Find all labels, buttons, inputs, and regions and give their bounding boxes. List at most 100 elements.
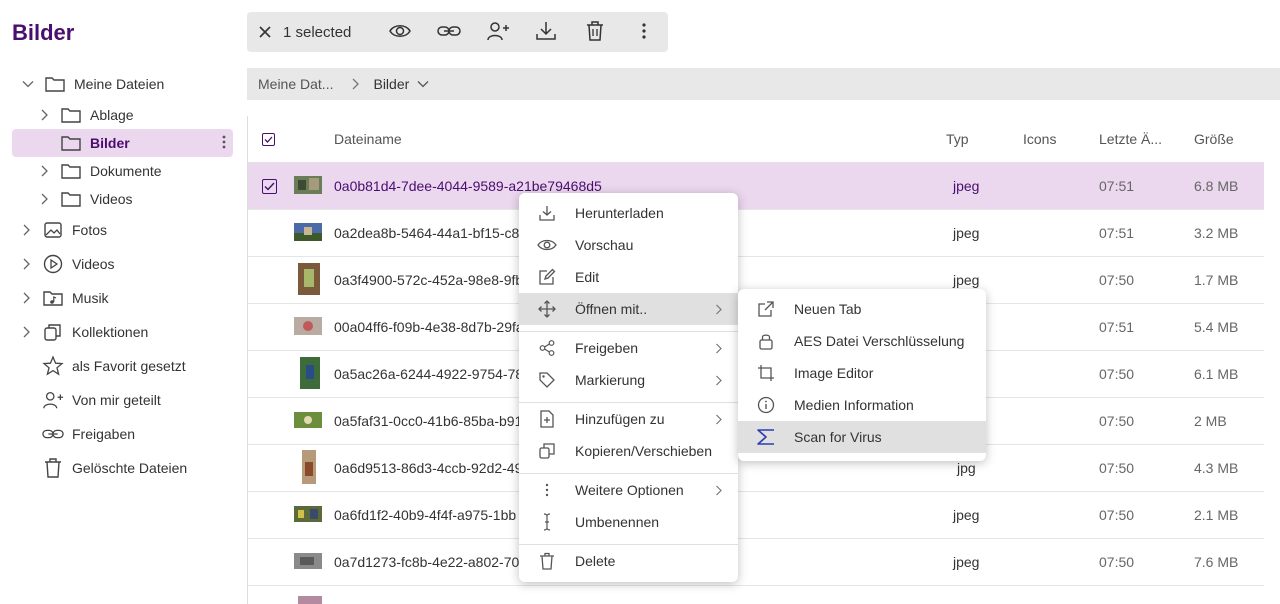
submenu-item-neuen-tab[interactable]: Neuen Tab (738, 293, 986, 325)
file-modified: 07:50 (1099, 460, 1135, 476)
menu-item-umbenennen[interactable]: Umbenennen (519, 506, 738, 538)
file-size: 2 MB (1194, 413, 1227, 429)
share-link-button[interactable] (425, 12, 474, 52)
chevron-down-icon[interactable] (20, 76, 36, 92)
menu-item-herunterladen[interactable]: Herunterladen (519, 197, 738, 229)
column-header-name[interactable]: Dateiname (334, 131, 402, 147)
file-name[interactable]: 0a3f4900-572c-452a-98e8-9fb (334, 272, 523, 288)
clear-selection-button[interactable]: 1 selected (247, 24, 376, 41)
menu-item-label: Öffnen mit.. (575, 301, 648, 317)
breadcrumb-current[interactable]: Bilder (373, 76, 429, 92)
sidebar-item-dokumente[interactable]: Dokumente (36, 157, 240, 185)
file-name[interactable]: 0a7d1273-fc8b-4e22-a802-70 (334, 554, 519, 570)
menu-item-delete[interactable]: Delete (519, 545, 738, 577)
chevron-right-icon[interactable] (36, 191, 52, 207)
sidebar-item-meine-dateien[interactable]: Meine Dateien (20, 70, 240, 98)
submenu-item-medien-information[interactable]: Medien Information (738, 389, 986, 421)
sidebar-item-label: Musik (72, 290, 109, 306)
file-name[interactable]: 0a6fd1f2-40b9-4f4f-a975-1bb (334, 507, 516, 523)
select-all-checkbox[interactable] (262, 133, 275, 146)
file-modified: 07:50 (1099, 554, 1135, 570)
file-name[interactable]: 0a2dea8b-5464-44a1-bf15-c84 (334, 225, 527, 241)
menu-item-vorschau[interactable]: Vorschau (519, 229, 738, 261)
sigma-icon (756, 427, 776, 447)
file-type: jpeg (953, 554, 980, 570)
submenu-item-label: Image Editor (794, 365, 874, 381)
chevron-right-icon[interactable] (18, 324, 34, 340)
menu-item-kopieren-verschieben[interactable]: Kopieren/Verschieben (519, 435, 738, 467)
file-name[interactable]: 0a5faf31-0cc0-41b6-85ba-b91 (334, 413, 522, 429)
menu-item-markierung[interactable]: Markierung (519, 364, 738, 396)
column-header-type[interactable]: Typ (946, 131, 969, 147)
download-icon (534, 19, 558, 46)
thumbnail-image (302, 449, 330, 487)
sidebar-item-kollektionen[interactable]: Kollektionen (18, 318, 240, 346)
submenu-item-label: Scan for Virus (794, 429, 882, 445)
sidebar-item-fotos[interactable]: Fotos (18, 216, 240, 244)
menu-item-label: Hinzufügen zu (575, 411, 665, 427)
thumbnail-image (294, 552, 322, 572)
table-row[interactable]: 0a2dea8b-5464-44a1-bf15-c84 jpeg 07:51 3… (248, 210, 1264, 257)
file-name[interactable]: 00a04ff6-f09b-4e38-8d7b-29fa (334, 319, 524, 335)
sidebar-item-label: Meine Dateien (74, 76, 165, 92)
download-button[interactable] (522, 12, 571, 52)
more-options-button[interactable] (619, 12, 668, 52)
submenu-item-scan-for-virus[interactable]: Scan for Virus (738, 421, 986, 453)
chevron-right-icon (715, 375, 722, 386)
menu-item-weitere-optionen[interactable]: Weitere Optionen (519, 474, 738, 506)
file-type: jpeg (953, 272, 980, 288)
table-row[interactable]: 0a6fd1f2-40b9-4f4f-a975-1bb jpeg 07:50 2… (248, 492, 1264, 539)
sidebar-item-freigaben[interactable]: Freigaben (42, 420, 240, 448)
file-name[interactable]: 0a6d9513-86d3-4ccb-92d2-49 (334, 460, 522, 476)
sidebar-item-bilder[interactable]: Bilder (12, 129, 233, 157)
chevron-right-icon[interactable] (36, 107, 52, 123)
chevron-right-icon[interactable] (36, 163, 52, 179)
column-header-modified[interactable]: Letzte Ä... (1099, 131, 1162, 147)
sidebar-item-von-mir-geteilt[interactable]: Von mir geteilt (42, 386, 240, 414)
submenu-item-label: Medien Information (794, 397, 914, 413)
file-name[interactable]: 0a0b81d4-7dee-4044-9589-a21be79468d5 (334, 178, 602, 194)
submenu-item-aes-verschluesselung[interactable]: AES Datei Verschlüsselung (738, 325, 986, 357)
sidebar-item-ablage[interactable]: Ablage (36, 101, 240, 129)
table-row[interactable]: 0a7d1273-fc8b-4e22-a802-70 jpeg 07:50 7.… (248, 539, 1264, 586)
thumbnail-image (294, 411, 322, 431)
chevron-right-icon[interactable] (18, 222, 34, 238)
more-vertical-icon (537, 480, 557, 500)
sidebar-item-musik[interactable]: Musik (18, 284, 240, 312)
more-vertical-icon (641, 22, 647, 43)
more-vertical-icon[interactable] (221, 134, 227, 153)
sidebar-item-favoriten[interactable]: als Favorit gesetzt (42, 352, 240, 380)
folder-icon (60, 104, 82, 126)
chevron-right-icon (715, 485, 722, 496)
menu-item-label: Delete (575, 553, 616, 569)
menu-item-oeffnen-mit[interactable]: Öffnen mit.. (519, 293, 738, 325)
sidebar-item-label: Fotos (72, 222, 108, 238)
file-size: 3.2 MB (1194, 225, 1239, 241)
share-user-button[interactable] (473, 12, 522, 52)
submenu-item-image-editor[interactable]: Image Editor (738, 357, 986, 389)
checkmark-icon (264, 136, 273, 143)
column-header-icons[interactable]: Icons (1023, 131, 1056, 147)
crop-icon (756, 363, 776, 383)
file-type: jpeg (953, 225, 980, 241)
table-row[interactable]: 0a0b81d4-7dee-4044-9589-a21be79468d5 jpe… (248, 163, 1264, 210)
breadcrumb-root[interactable]: Meine Dat... (258, 76, 333, 92)
delete-button[interactable] (571, 12, 620, 52)
sidebar-item-label: Gelöschte Dateien (72, 460, 188, 476)
chevron-right-icon[interactable] (18, 256, 34, 272)
folder-icon (60, 132, 82, 154)
file-size: 6.1 MB (1194, 366, 1239, 382)
sidebar-item-geloeschte-dateien[interactable]: Gelöschte Dateien (42, 454, 240, 482)
chevron-right-icon[interactable] (18, 290, 34, 306)
row-checkbox[interactable] (262, 178, 277, 194)
sidebar-item-videos-folder[interactable]: Videos (36, 185, 240, 213)
file-name[interactable]: 0a5ac26a-6244-4922-9754-78 (334, 366, 523, 382)
menu-item-hinzufuegen-zu[interactable]: Hinzufügen zu (519, 403, 738, 435)
menu-item-freigeben[interactable]: Freigeben (519, 332, 738, 364)
column-header-size[interactable]: Größe (1194, 131, 1234, 147)
sidebar-item-videos[interactable]: Videos (18, 250, 240, 278)
menu-item-edit[interactable]: Edit (519, 261, 738, 293)
menu-item-label: Weitere Optionen (575, 482, 684, 498)
preview-button[interactable] (376, 12, 425, 52)
